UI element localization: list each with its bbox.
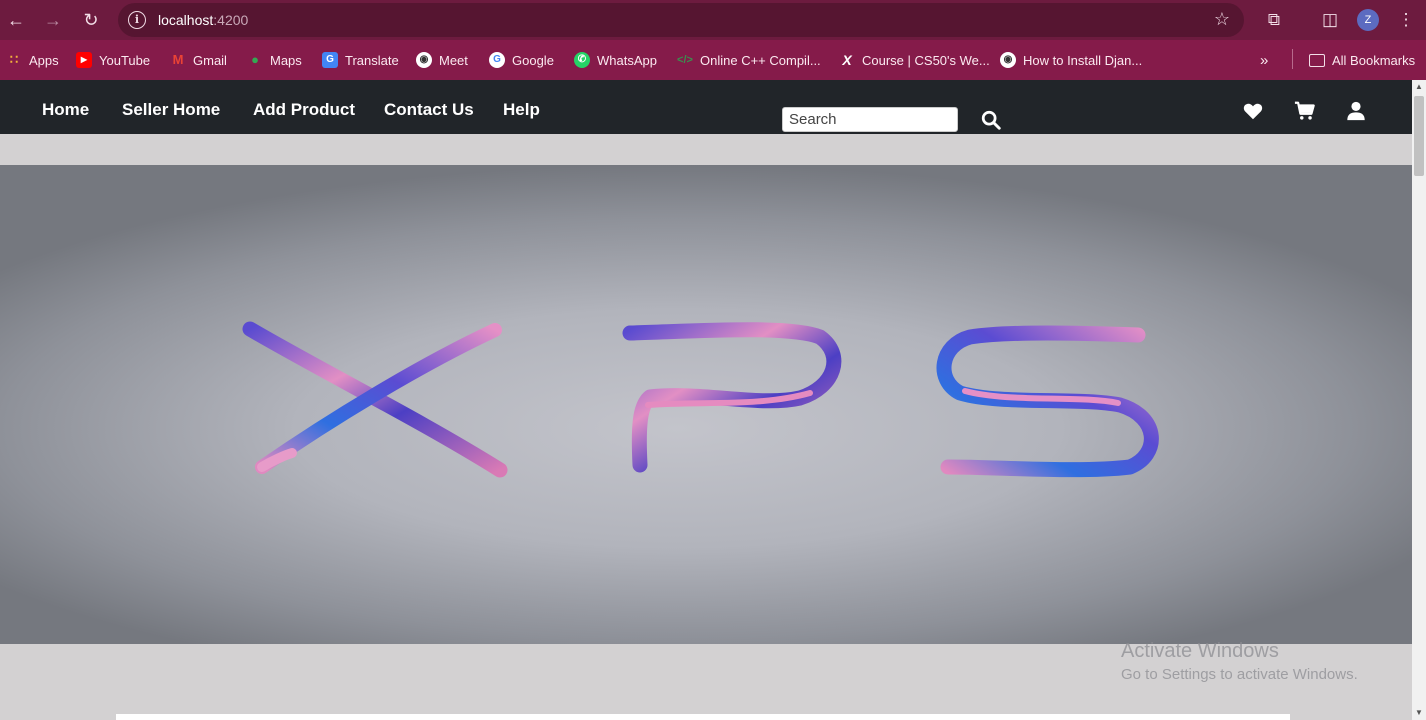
bookmark-maps[interactable]: ● Maps (247, 50, 302, 70)
x-logo-icon: X (842, 52, 852, 68)
hero-banner (0, 165, 1412, 644)
address-bar[interactable]: i localhost:4200 ☆ (118, 3, 1244, 37)
page-scrollbar[interactable]: ▲ ▼ (1412, 80, 1426, 720)
site-info-icon[interactable]: i (128, 11, 146, 29)
header-gap (0, 134, 1412, 165)
nav-help-link[interactable]: Help (503, 100, 540, 120)
browser-toolbar: ← → ↻ i localhost:4200 ☆ ⧉ ◫ Z ⋮ (0, 0, 1426, 40)
bookmarks-divider (1292, 49, 1293, 69)
search-input[interactable] (782, 107, 958, 132)
bookmark-translate[interactable]: G Translate (322, 50, 399, 70)
windows-activation-title: Activate Windows (1121, 640, 1279, 662)
xps-logo-image (242, 321, 1159, 478)
address-url[interactable]: localhost:4200 (158, 12, 248, 28)
google-icon: G (489, 52, 505, 68)
bookmark-django[interactable]: ◉ How to Install Djan... (1000, 50, 1142, 70)
nav-add-product-link[interactable]: Add Product (253, 100, 355, 120)
maps-pin-icon: ● (251, 52, 259, 67)
bookmark-whatsapp[interactable]: ✆ WhatsApp (574, 50, 657, 70)
user-account-icon[interactable] (1345, 100, 1367, 122)
bookmark-youtube[interactable]: ▶ YouTube (76, 50, 150, 70)
logo-letter-p (622, 322, 842, 473)
globe-icon: ◉ (416, 52, 432, 68)
logo-letter-x (242, 321, 508, 478)
windows-activation-subtitle: Go to Settings to activate Windows. (1121, 666, 1358, 683)
bookmark-google[interactable]: G Google (489, 50, 554, 70)
scroll-down-arrow-icon[interactable]: ▼ (1412, 706, 1426, 720)
translate-icon: G (322, 52, 338, 68)
browser-menu-icon[interactable]: ⋮ (1394, 8, 1418, 32)
heart-wishlist-icon[interactable] (1242, 100, 1264, 122)
forward-arrow-icon[interactable]: → (41, 8, 65, 32)
globe-icon: ◉ (1000, 52, 1016, 68)
bookmarks-bar: ∷ Apps ▶ YouTube M Gmail ● Maps G Translate ◉… (0, 40, 1426, 80)
extensions-puzzle-icon[interactable]: ⧉ (1262, 8, 1286, 32)
back-arrow-icon[interactable]: ← (4, 8, 28, 32)
apps-grid-icon: ∷ (9, 52, 19, 67)
side-panel-icon[interactable]: ◫ (1318, 8, 1342, 32)
bookmark-cs50[interactable]: X Course | CS50's We... (839, 50, 989, 70)
code-icon: </> (677, 54, 693, 66)
site-navbar: Home Seller Home Add Product Contact Us … (0, 80, 1412, 134)
nav-home-link[interactable]: Home (42, 100, 89, 120)
bookmark-apps[interactable]: ∷ Apps (6, 50, 59, 70)
gmail-icon: M (172, 52, 184, 67)
scrollbar-thumb[interactable] (1414, 96, 1424, 176)
cart-icon[interactable] (1294, 100, 1316, 122)
bookmark-online-cpp[interactable]: </> Online C++ Compil... (677, 50, 821, 70)
bookmark-star-icon[interactable]: ☆ (1214, 9, 1230, 30)
bookmark-meet[interactable]: ◉ Meet (416, 50, 468, 70)
reload-icon[interactable]: ↻ (79, 8, 103, 32)
bookmark-gmail[interactable]: M Gmail (170, 50, 227, 70)
all-bookmarks[interactable]: All Bookmarks (1309, 50, 1415, 70)
search-icon[interactable] (980, 109, 1002, 131)
nav-seller-home-link[interactable]: Seller Home (122, 100, 220, 120)
content-card-edge (116, 714, 1290, 720)
profile-avatar[interactable]: Z (1357, 9, 1379, 31)
logo-letter-s (936, 325, 1159, 478)
nav-contact-us-link[interactable]: Contact Us (384, 100, 474, 120)
more-bookmarks-chevron-icon[interactable]: » (1260, 50, 1268, 70)
scroll-up-arrow-icon[interactable]: ▲ (1412, 80, 1426, 94)
folder-icon (1309, 53, 1325, 67)
youtube-icon: ▶ (76, 52, 92, 68)
whatsapp-icon: ✆ (574, 52, 590, 68)
